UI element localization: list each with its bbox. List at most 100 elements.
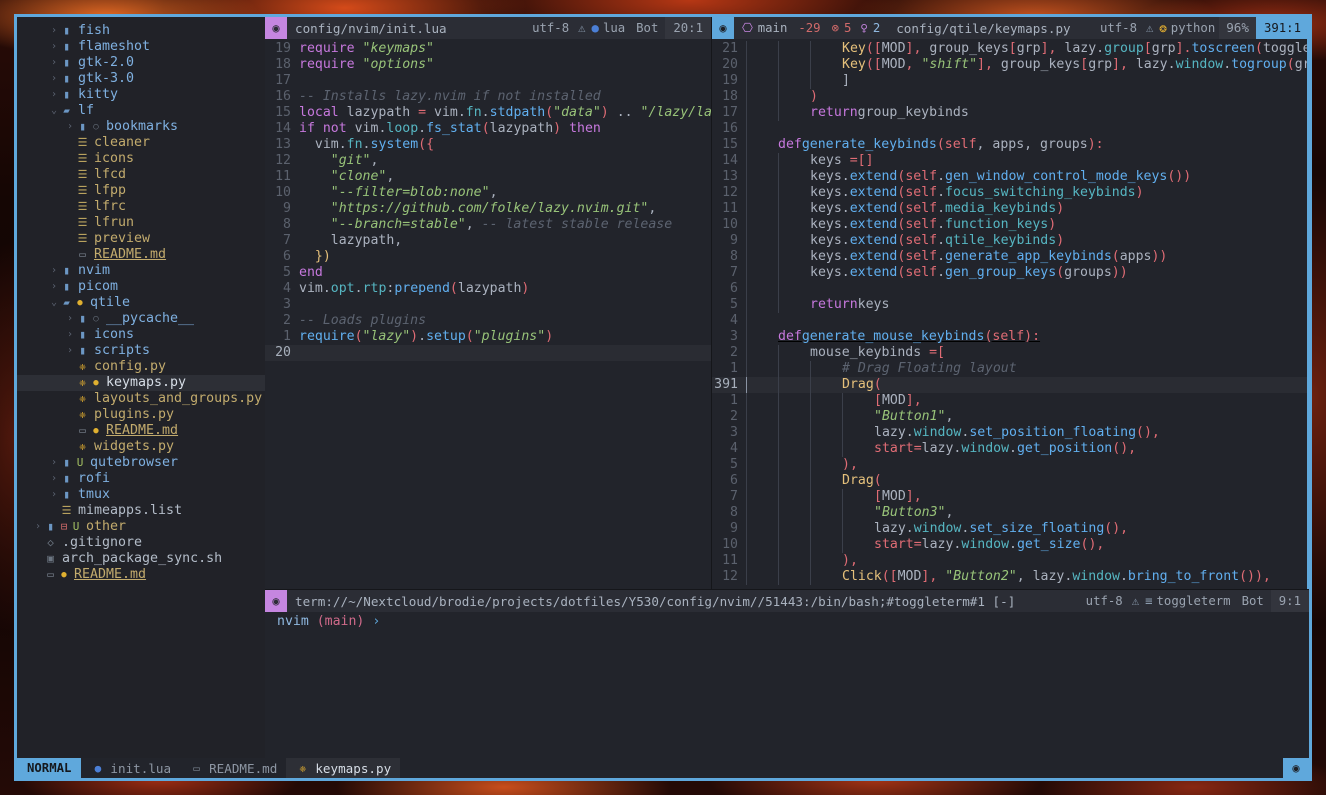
tree-item-arch-package-sync-sh[interactable]: ▣ arch_package_sync.sh xyxy=(17,551,265,567)
editor-pane-right[interactable]: ◉ ⎔ main -29 ⊗ 5 ♀ 2 config/qtile/keymap… xyxy=(712,17,1309,589)
indent-guides xyxy=(746,57,842,73)
line-number: 13 xyxy=(275,137,291,152)
chevron-right-icon[interactable]: › xyxy=(65,119,75,135)
tree-item-tmux[interactable]: › ▮ tmux xyxy=(17,487,265,503)
code-line: 3 xyxy=(265,297,711,313)
code-line: 5 returnkeys xyxy=(712,297,1309,313)
git-status-marker: ● xyxy=(93,426,99,436)
tree-item-bookmarks[interactable]: › ▮ ○ bookmarks xyxy=(17,119,265,135)
chevron-right-icon[interactable]: › xyxy=(49,23,59,39)
chevron-right-icon[interactable]: › xyxy=(65,343,75,359)
chevron-right-icon[interactable]: › xyxy=(49,279,59,295)
tree-item-kitty[interactable]: › ▮ kitty xyxy=(17,87,265,103)
tree-item-cleaner[interactable]: ☰ cleaner xyxy=(17,135,265,151)
record-icon[interactable]: ◉ xyxy=(1283,758,1309,778)
chevron-right-icon[interactable]: › xyxy=(65,327,75,343)
code-line: 1 [MOD], xyxy=(712,393,1309,409)
line-number: 20 xyxy=(722,57,738,72)
tree-item-rofi[interactable]: › ▮ rofi xyxy=(17,471,265,487)
token: ( xyxy=(873,473,882,488)
tree-item-other[interactable]: › ▮ ⊟ Uother xyxy=(17,519,265,535)
tree-item-gtk-2-0[interactable]: › ▮ gtk-2.0 xyxy=(17,55,265,71)
chevron-right-icon[interactable]: › xyxy=(49,455,59,471)
tree-item-flameshot[interactable]: › ▮ flameshot xyxy=(17,39,265,55)
config-file-icon: ☰ xyxy=(77,216,88,229)
editor-pane-left[interactable]: ◉ config/nvim/init.lua utf-8 ⚠ ● lua Bot… xyxy=(265,17,712,589)
token: start xyxy=(874,441,914,456)
code-content-right[interactable]: 21 Key([MOD], group_keys[grp], lazy.group… xyxy=(712,39,1309,589)
tree-item-lfcd[interactable]: ☰ lfcd xyxy=(17,167,265,183)
tree-item-config-py[interactable]: ❈ config.py xyxy=(17,359,265,375)
folder-modified-icon: ⊟ xyxy=(60,520,68,533)
chevron-right-icon[interactable]: › xyxy=(49,471,59,487)
token: ( xyxy=(1056,265,1065,280)
code-line: 6 Drag( xyxy=(712,473,1309,489)
tree-item-lfrun[interactable]: ☰ lfrun xyxy=(17,215,265,231)
buffer-tab-init-lua[interactable]: ● init.lua xyxy=(81,758,180,778)
indent-guides xyxy=(746,201,810,217)
terminal-pane[interactable]: ◉ term://~/Nextcloud/brodie/projects/dot… xyxy=(265,589,1309,758)
tree-item-readme-md[interactable]: ▭ README.md xyxy=(17,247,265,263)
tree-item-widgets-py[interactable]: ❈ widgets.py xyxy=(17,439,265,455)
vertical-scrollbar[interactable] xyxy=(1307,39,1309,589)
chevron-right-icon[interactable]: › xyxy=(49,55,59,71)
tree-item-plugins-py[interactable]: ❈ plugins.py xyxy=(17,407,265,423)
tree-item-preview[interactable]: ☰ preview xyxy=(17,231,265,247)
token: .. xyxy=(608,105,641,120)
tree-item-icons[interactable]: ☰ icons xyxy=(17,151,265,167)
chevron-right-icon[interactable]: › xyxy=(65,311,75,327)
tree-item-keymaps-py[interactable]: ❈ ● keymaps.py xyxy=(17,375,265,391)
line-number: 16 xyxy=(275,89,291,104)
tree-item-layouts-and-groups-py[interactable]: ❈ layouts_and_groups.py xyxy=(17,391,265,407)
tree-item-lfpp[interactable]: ☰ lfpp xyxy=(17,183,265,199)
code-content-left[interactable]: 19 require "keymaps" 18 require "options" 17… xyxy=(265,39,711,589)
token: . xyxy=(354,281,363,296)
code-line: 4 xyxy=(712,313,1309,329)
token: ], xyxy=(905,41,930,56)
terminal-output[interactable]: nvim (main) › xyxy=(265,612,1309,758)
code-line: 13 vim.fn.system({ xyxy=(265,137,711,153)
chevron-right-icon[interactable]: › xyxy=(49,487,59,503)
code-text: returngroup_keybinds xyxy=(810,105,969,121)
indent-guide xyxy=(842,521,843,537)
tree-item-lfrc[interactable]: ☰ lfrc xyxy=(17,199,265,215)
token: qtile_keybinds xyxy=(945,233,1057,248)
indent-guide xyxy=(778,249,779,265)
chevron-down-icon[interactable]: ⌄ xyxy=(49,103,59,119)
chevron-right-icon[interactable]: › xyxy=(49,71,59,87)
chevron-right-icon[interactable]: › xyxy=(49,87,59,103)
file-explorer-tree[interactable]: › ▮ fish › ▮ flameshot › ▮ gtk-2.0 › ▮ gtk-3.0 › ▮ kit… xyxy=(17,17,265,758)
tree-item-icons[interactable]: › ▮ icons xyxy=(17,327,265,343)
token: require xyxy=(299,329,355,344)
chevron-right-icon[interactable]: › xyxy=(49,263,59,279)
chevron-right-icon[interactable]: › xyxy=(49,39,59,55)
tree-item-fish[interactable]: › ▮ fish xyxy=(17,23,265,39)
indent-guides xyxy=(746,425,874,441)
tree-item-readme-md[interactable]: ▭ ● README.md xyxy=(17,567,265,583)
chevron-down-icon[interactable]: ⌄ xyxy=(49,295,59,311)
tree-item-mimeapps-list[interactable]: ☰ mimeapps.list xyxy=(17,503,265,519)
tree-item-qtile[interactable]: ⌄ ▰ ● qtile xyxy=(17,295,265,311)
token: , xyxy=(386,169,395,184)
line-number: 10 xyxy=(275,185,291,200)
tree-item-lf[interactable]: ⌄ ▰ lf xyxy=(17,103,265,119)
tree-item-nvim[interactable]: › ▮ nvim xyxy=(17,263,265,279)
token: ], xyxy=(905,393,922,408)
code-text: "--filter=blob:none", xyxy=(299,185,498,201)
tree-item-readme-md[interactable]: ▭ ● README.md xyxy=(17,423,265,439)
tree-item-scripts[interactable]: › ▮ scripts xyxy=(17,343,265,359)
tree-item--gitignore[interactable]: ◇ .gitignore xyxy=(17,535,265,551)
token: , xyxy=(465,217,482,232)
buffer-tab-keymaps-py[interactable]: ❈ keymaps.py xyxy=(286,758,401,778)
line-number: 15 xyxy=(722,137,738,152)
tree-item-qutebrowser[interactable]: › ▮ Uqutebrowser xyxy=(17,455,265,471)
tree-item--pycache-[interactable]: › ▮ ○ __pycache__ xyxy=(17,311,265,327)
tree-item-label: icons xyxy=(94,151,135,166)
warning-icon: ⚠ xyxy=(1131,594,1140,608)
buffer-tab-list[interactable]: ● init.lua ▭ README.md ❈ keymaps.py xyxy=(81,758,401,778)
tree-item-picom[interactable]: › ▮ picom xyxy=(17,279,265,295)
tree-item-gtk-3-0[interactable]: › ▮ gtk-3.0 xyxy=(17,71,265,87)
code-line: 8 "--branch=stable", -- latest stable re… xyxy=(265,217,711,233)
chevron-right-icon[interactable]: › xyxy=(33,519,43,535)
buffer-tab-readme-md[interactable]: ▭ README.md xyxy=(180,758,286,778)
